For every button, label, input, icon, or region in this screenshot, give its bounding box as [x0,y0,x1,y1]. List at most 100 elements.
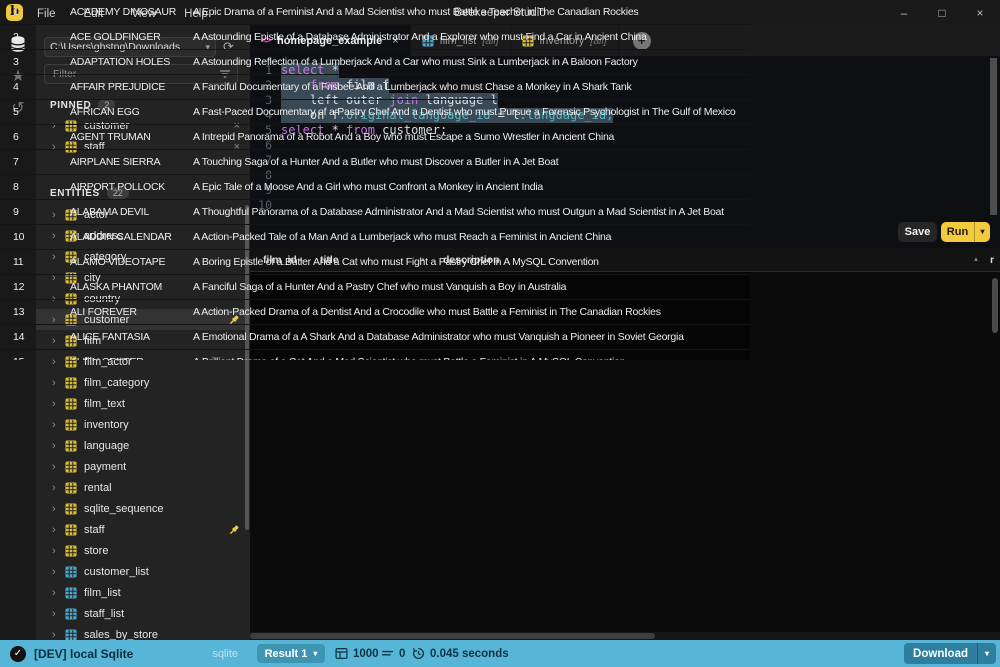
cell-film_id[interactable]: 5 [13,100,63,124]
entity-item-film_text[interactable]: ›film_text [36,393,250,414]
cell-title[interactable]: ALAMO VIDEOTAPE [70,250,188,274]
cell-film_id[interactable]: 11 [13,250,63,274]
cell-description[interactable]: A Fanciful Saga of a Hunter And a Pastry… [193,275,746,299]
chevron-right-icon[interactable]: › [52,629,62,641]
table-row[interactable]: 4 AFFAIR PREJUDICEA Fanciful Documentary … [0,75,750,100]
cell-film_id[interactable]: 3 [13,50,63,74]
cell-film_id[interactable]: 6 [13,125,63,149]
entity-item-customer_list[interactable]: ›customer_list [36,561,250,582]
table-row[interactable]: 2 ACE GOLDFINGERA Astounding Epistle of a… [0,25,750,50]
entity-item-rental[interactable]: ›rental [36,477,250,498]
cell-film_id[interactable]: 10 [13,225,63,249]
cell-description[interactable]: A Action-Packed Tale of a Man And a Lumb… [193,225,746,249]
download-button[interactable]: Download ▾ [904,643,996,664]
table-row[interactable]: 10 ALADDIN CALENDARA Action-Packed Tale o… [0,225,750,250]
entity-item-inventory[interactable]: ›inventory [36,414,250,435]
result-selector[interactable]: Result 1 ▾ [257,644,325,663]
cell-film_id[interactable]: 4 [13,75,63,99]
cell-title[interactable]: AGENT TRUMAN [70,125,188,149]
cell-film_id[interactable]: 13 [13,300,63,324]
cell-title[interactable]: AIRPORT POLLOCK [70,175,188,199]
cell-description[interactable]: A Emotional Drama of a A Shark And a Dat… [193,325,746,349]
entity-item-film_list[interactable]: ›film_list [36,582,250,603]
cell-title[interactable]: ACE GOLDFINGER [70,25,188,49]
results-grid[interactable]: 1 ACADEMY DINOSAURA Epic Drama of a Femin… [0,0,750,360]
cell-title[interactable]: ALABAMA DEVIL [70,200,188,224]
chevron-right-icon[interactable]: › [52,461,62,473]
run-button[interactable]: Run ▾ [941,222,990,242]
chevron-right-icon[interactable]: › [52,377,62,389]
cell-film_id[interactable]: 8 [13,175,63,199]
column-header-truncated[interactable]: r [990,248,994,272]
close-window-icon[interactable]: × [974,6,986,20]
chevron-right-icon[interactable]: › [52,398,62,410]
cell-description[interactable]: A Action-Packed Drama of a Dentist And a… [193,300,746,324]
chevron-right-icon[interactable]: › [52,524,62,536]
table-row[interactable]: 15 ALIEN CENTER A Brilliant Drama of a Cat… [0,350,750,360]
table-row[interactable]: 12 ALASKA PHANTOMA Fanciful Saga of a Hun… [0,275,750,300]
table-row[interactable]: 11 ALAMO VIDEOTAPEA Boring Epistle of a B… [0,250,750,275]
cell-title[interactable]: ALI FOREVER [70,300,188,324]
cell-description[interactable]: A Epic Drama of a Feminist And a Mad Sci… [193,0,746,24]
connection-name[interactable]: [DEV] local Sqlite [34,647,133,661]
chevron-right-icon[interactable]: › [52,587,62,599]
chevron-right-icon[interactable]: › [52,608,62,620]
chevron-right-icon[interactable]: › [52,482,62,494]
cell-title[interactable]: AIRPLANE SIERRA [70,150,188,174]
cell-description[interactable]: A Thoughtful Panorama of a Database Admi… [193,200,746,224]
run-dropdown-icon[interactable]: ▾ [974,222,990,242]
cell-film_id[interactable]: 15 [13,350,63,360]
cell-title[interactable]: ADAPTATION HOLES [70,50,188,74]
entity-item-payment[interactable]: ›payment [36,456,250,477]
chevron-right-icon[interactable]: › [52,503,62,515]
minimize-icon[interactable]: – [898,6,910,20]
cell-description[interactable]: A Touching Saga of a Hunter And a Butler… [193,150,746,174]
entity-item-sqlite_sequence[interactable]: ›sqlite_sequence [36,498,250,519]
cell-film_id[interactable]: 14 [13,325,63,349]
cell-title[interactable]: ACADEMY DINOSAUR [70,0,188,24]
cell-description[interactable]: A Astounding Reflection of a Lumberjack … [193,50,746,74]
cell-description[interactable]: A Brilliant Drama of a Cat And a Mad Sci… [193,350,746,360]
sort-icon[interactable]: ▲ [973,248,979,272]
chevron-right-icon[interactable]: › [52,419,62,431]
table-row[interactable]: 13 ALI FOREVERA Action-Packed Drama of a … [0,300,750,325]
save-button[interactable]: Save [898,222,937,242]
cell-description[interactable]: A Fanciful Documentary of a Frisbee And … [193,75,746,99]
cell-film_id[interactable]: 2 [13,25,63,49]
table-row[interactable]: 9 ALABAMA DEVILA Thoughtful Panorama of a… [0,200,750,225]
cell-description[interactable]: A Astounding Epistle of a Database Admin… [193,25,746,49]
scrollbar-thumb[interactable] [250,633,655,639]
cell-film_id[interactable]: 12 [13,275,63,299]
cell-title[interactable]: ALASKA PHANTOM [70,275,188,299]
cell-film_id[interactable]: 1 [13,0,63,24]
table-row[interactable]: 1 ACADEMY DINOSAURA Epic Drama of a Femin… [0,0,750,25]
table-row[interactable]: 7AIRPLANE SIERRAA Touching Saga of a Hun… [0,150,750,175]
table-row[interactable]: 5 AFRICAN EGGA Fast-Paced Documentary of … [0,100,750,125]
entity-item-staff[interactable]: ›staff [36,519,250,540]
cell-title[interactable]: AFFAIR PREJUDICE [70,75,188,99]
table-row[interactable]: 8 AIRPORT POLLOCKA Epic Tale of a Moose A… [0,175,750,200]
entity-item-language[interactable]: ›language [36,435,250,456]
chevron-right-icon[interactable]: › [52,566,62,578]
cell-film_id[interactable]: 9 [13,200,63,224]
cell-title[interactable]: ALICE FANTASIA [70,325,188,349]
cell-description[interactable]: A Boring Epistle of a Butler And a Cat w… [193,250,746,274]
maximize-icon[interactable]: □ [936,6,948,20]
cell-title[interactable]: ALIEN CENTER [70,350,188,360]
table-row[interactable]: 6 AGENT TRUMANA Intrepid Panorama of a Ro… [0,125,750,150]
grid-vertical-scrollbar[interactable] [992,278,998,333]
editor-scrollbar[interactable] [990,58,997,215]
cell-title[interactable]: ALADDIN CALENDAR [70,225,188,249]
grid-horizontal-scrollbar[interactable] [250,632,1000,640]
download-dropdown-icon[interactable]: ▾ [977,643,996,664]
cell-title[interactable]: AFRICAN EGG [70,100,188,124]
entity-item-sales_by_store[interactable]: ›sales_by_store [36,624,250,640]
cell-description[interactable]: A Fast-Paced Documentary of a Pastry Che… [193,100,746,124]
chevron-right-icon[interactable]: › [52,440,62,452]
cell-description[interactable]: A Epic Tale of a Moose And a Girl who mu… [193,175,746,199]
table-row[interactable]: 14 ALICE FANTASIAA Emotional Drama of a A… [0,325,750,350]
cell-description[interactable]: A Intrepid Panorama of a Robot And a Boy… [193,125,746,149]
entity-item-film_category[interactable]: ›film_category [36,372,250,393]
entity-item-staff_list[interactable]: ›staff_list [36,603,250,624]
chevron-right-icon[interactable]: › [52,545,62,557]
